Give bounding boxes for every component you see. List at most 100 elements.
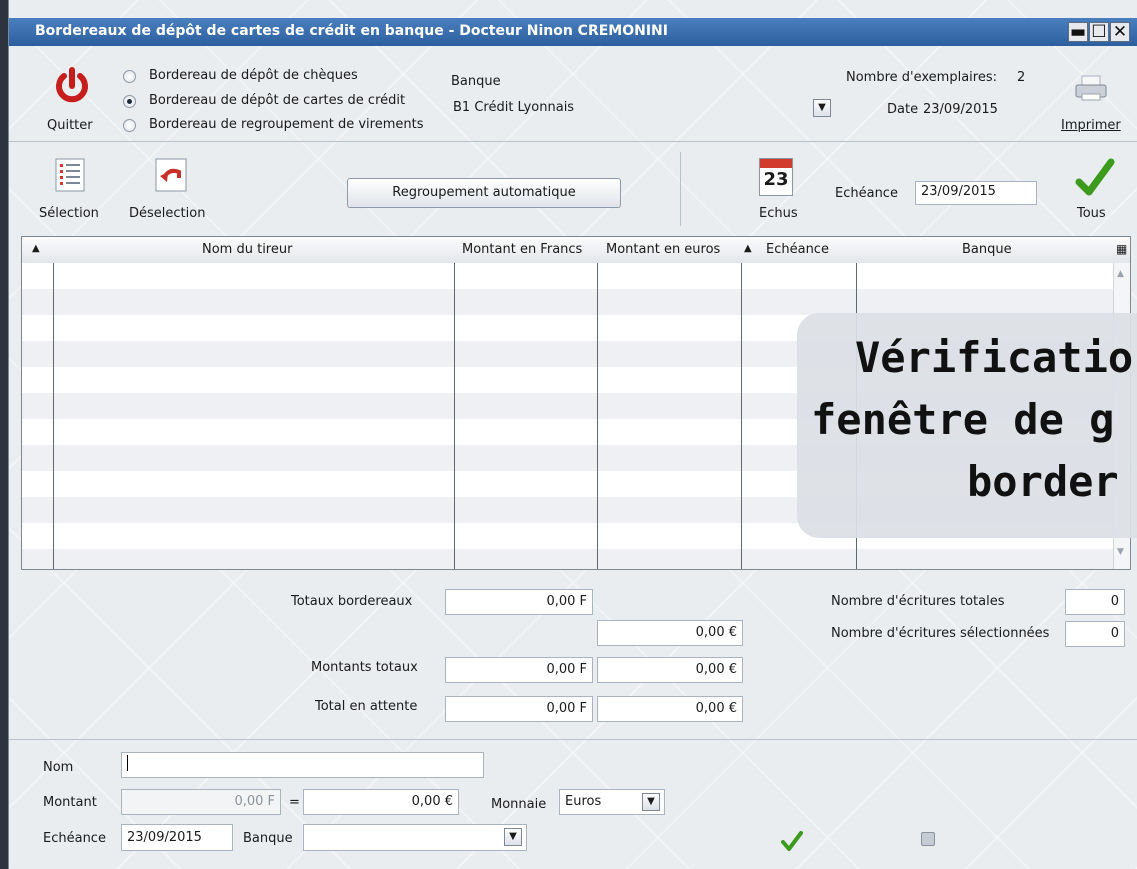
table-row[interactable] xyxy=(22,263,1116,289)
window-title: Bordereaux de dépôt de cartes de crédit … xyxy=(35,23,668,39)
equals-sign: = xyxy=(289,795,300,810)
minimize-button[interactable]: ▬ xyxy=(1068,22,1088,42)
totaux-bordereaux-francs: 0,00 F xyxy=(445,589,593,615)
nom-input[interactable] xyxy=(121,752,484,778)
montants-totaux-label: Montants totaux xyxy=(311,660,418,675)
chevron-down-icon[interactable]: ▼ xyxy=(642,793,660,811)
radio-cheques[interactable]: Bordereau de dépôt de chèques xyxy=(123,68,423,86)
vertical-divider xyxy=(680,152,681,226)
value: 23/09/2015 xyxy=(127,830,202,845)
value: 0,00 F xyxy=(234,794,275,809)
radio-virements[interactable]: Bordereau de regroupement de virements xyxy=(123,117,443,135)
value: 0,00 € xyxy=(411,794,453,809)
select-all-button[interactable]: Tous xyxy=(1069,158,1125,226)
col-banque[interactable]: Banque xyxy=(962,242,1012,257)
echus-label: Echus xyxy=(759,206,798,221)
monnaie-select[interactable]: Euros ▼ xyxy=(559,789,665,815)
montants-totaux-francs: 0,00 F xyxy=(445,657,593,683)
copies-label: Nombre d'exemplaires: xyxy=(846,70,997,85)
value: 0,00 € xyxy=(695,662,737,677)
table-row[interactable] xyxy=(22,289,1116,315)
value: 0,00 F xyxy=(546,662,587,677)
close-button[interactable]: ✕ xyxy=(1110,22,1130,42)
title-bar[interactable]: Bordereaux de dépôt de cartes de crédit … xyxy=(9,18,1137,46)
monnaie-value: Euros xyxy=(565,794,602,809)
ecritures-selectionnees-value: 0 xyxy=(1065,621,1125,647)
radio-button[interactable] xyxy=(123,70,136,83)
tous-label: Tous xyxy=(1077,206,1106,221)
banque-form-label: Banque xyxy=(243,831,293,846)
restore-button[interactable]: ☐ xyxy=(1089,22,1109,42)
value: 0,00 F xyxy=(546,594,587,609)
auto-group-button[interactable]: Regroupement automatique xyxy=(347,178,621,208)
validate-checkmark-icon[interactable] xyxy=(781,830,803,852)
monnaie-label: Monnaie xyxy=(491,797,547,812)
cancel-icon[interactable] xyxy=(921,832,935,846)
value: 0,00 F xyxy=(546,701,587,716)
columns-icon[interactable]: ▦ xyxy=(1116,242,1127,256)
bank-value: B1 Crédit Lyonnais xyxy=(453,100,575,115)
value: 0 xyxy=(1110,626,1119,641)
chevron-down-icon[interactable]: ▼ xyxy=(504,828,522,846)
printer-icon xyxy=(1075,75,1107,101)
column-divider xyxy=(53,263,54,569)
column-divider xyxy=(597,263,598,569)
overlay-line-3: border xyxy=(967,457,1119,506)
ecritures-totales-value: 0 xyxy=(1065,589,1125,615)
overlay-line-1: Vérificatio xyxy=(855,333,1134,382)
col-echeance[interactable]: Echéance xyxy=(766,242,829,257)
deselection-button[interactable]: Déselection xyxy=(127,158,217,226)
print-button[interactable]: Imprimer xyxy=(1055,74,1127,136)
checkmark-icon xyxy=(1075,158,1115,196)
echeance-value: 23/09/2015 xyxy=(921,184,996,199)
annotation-overlay: Vérificatio fenêtre de g border xyxy=(797,313,1137,538)
chevron-down-icon[interactable]: ▼ xyxy=(813,99,831,117)
quit-label: Quitter xyxy=(47,118,93,133)
auto-group-label: Regroupement automatique xyxy=(392,185,576,200)
sort-asc-icon[interactable]: ▲ xyxy=(32,243,40,254)
app-window: Bordereaux de dépôt de cartes de crédit … xyxy=(8,0,1137,869)
montant-francs-input[interactable]: 0,00 F xyxy=(121,789,281,815)
ecritures-totales-label: Nombre d'écritures totales xyxy=(831,594,1005,609)
scroll-down-icon[interactable]: ▼ xyxy=(1117,547,1124,557)
sort-asc-icon[interactable]: ▲ xyxy=(744,243,752,254)
montant-euros-input[interactable]: 0,00 € xyxy=(303,789,459,815)
col-nom-tireur[interactable]: Nom du tireur xyxy=(202,242,292,257)
montants-totaux-euros: 0,00 € xyxy=(597,657,743,683)
echus-button[interactable]: 23 Echus xyxy=(753,158,805,226)
bank-select[interactable]: B1 Crédit Lyonnais ▼ xyxy=(451,98,836,120)
radio-label: Bordereau de dépôt de cartes de crédit xyxy=(149,93,406,108)
table-row[interactable] xyxy=(22,549,1116,569)
radio-button[interactable] xyxy=(123,119,136,132)
toolbar-divider xyxy=(9,141,1137,142)
overlay-line-2: fenêtre de g xyxy=(811,395,1115,444)
col-montant-euros[interactable]: Montant en euros xyxy=(606,242,720,257)
echeance-form-label: Echéance xyxy=(43,831,106,846)
scroll-up-icon[interactable]: ▲ xyxy=(1117,269,1124,279)
date-label: Date xyxy=(887,102,919,117)
text-cursor xyxy=(127,755,128,771)
quit-button[interactable]: Quitter xyxy=(45,64,99,136)
value: 0 xyxy=(1110,594,1119,609)
banque-form-select[interactable]: ▼ xyxy=(303,824,527,851)
echeance-form-input[interactable]: 23/09/2015 xyxy=(121,824,233,851)
power-icon xyxy=(56,67,88,103)
form-divider xyxy=(9,739,1137,740)
column-divider xyxy=(741,263,742,569)
montant-label: Montant xyxy=(43,795,97,810)
value: 0,00 € xyxy=(695,701,737,716)
copies-value[interactable]: 2 xyxy=(1017,70,1025,85)
selection-button[interactable]: Sélection xyxy=(35,158,107,226)
radio-button[interactable] xyxy=(123,95,136,108)
echeance-field[interactable]: 23/09/2015 xyxy=(915,181,1037,205)
totaux-bordereaux-euros: 0,00 € xyxy=(597,620,743,646)
radio-cartes[interactable]: Bordereau de dépôt de cartes de crédit xyxy=(123,93,423,111)
radio-label: Bordereau de dépôt de chèques xyxy=(149,68,358,83)
echeance-label: Echéance xyxy=(835,186,898,201)
date-value[interactable]: 23/09/2015 xyxy=(923,102,998,117)
total-attente-label: Total en attente xyxy=(315,699,418,714)
grid-header: ▲ Nom du tireur Montant en Francs Montan… xyxy=(22,237,1130,264)
deselection-label: Déselection xyxy=(129,206,206,221)
col-montant-francs[interactable]: Montant en Francs xyxy=(462,242,582,257)
value: 0,00 € xyxy=(695,625,737,640)
